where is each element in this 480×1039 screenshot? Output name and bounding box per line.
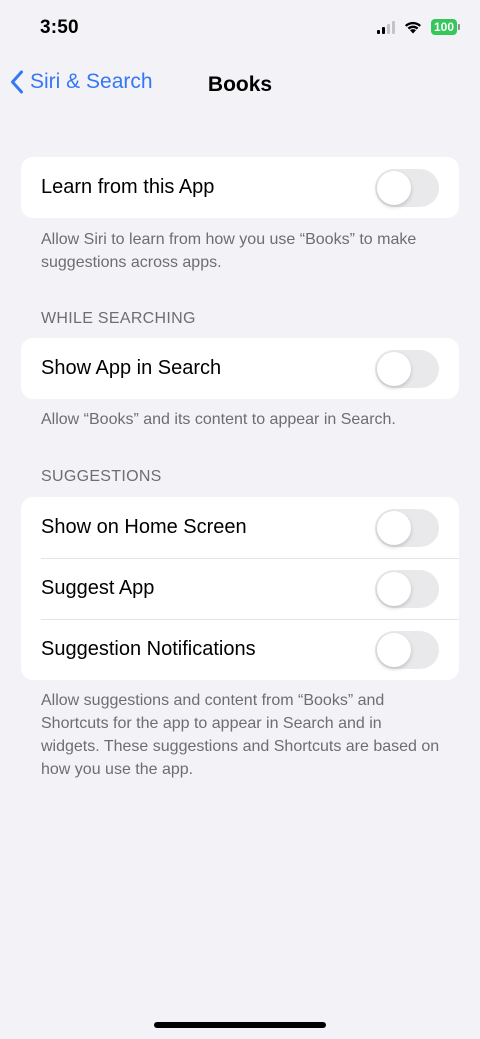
suggest-app-label: Suggest App: [41, 577, 155, 599]
suggestion-notifications-toggle[interactable]: [375, 630, 439, 669]
suggest-app-toggle[interactable]: [375, 569, 439, 608]
show-app-in-search-row: Show App in Search: [21, 338, 459, 399]
show-on-home-screen-toggle[interactable]: [375, 508, 439, 547]
suggest-app-row: Suggest App: [21, 558, 459, 619]
show-app-in-search-label: Show App in Search: [41, 357, 222, 379]
status-time: 3:50: [40, 17, 79, 38]
while-searching-header: WHILE SEARCHING: [41, 310, 196, 327]
learn-from-app-toggle[interactable]: [375, 168, 439, 207]
learn-group: Learn from this App: [21, 157, 459, 218]
wifi-icon: [404, 21, 421, 34]
learn-from-app-label: Learn from this App: [41, 176, 215, 198]
home-indicator[interactable]: [154, 1022, 326, 1028]
cellular-signal-icon: [376, 20, 395, 34]
searching-group: Show App in Search: [21, 338, 459, 399]
suggestions-header: SUGGESTIONS: [41, 468, 162, 485]
suggestions-group: Show on Home Screen Suggest App Suggesti…: [21, 497, 459, 680]
page-title: Books: [207, 73, 273, 96]
learn-from-app-row: Learn from this App: [21, 157, 459, 218]
battery-icon: 100: [430, 19, 460, 35]
suggestion-notifications-label: Suggestion Notifications: [41, 638, 256, 660]
suggestion-notifications-row: Suggestion Notifications: [21, 619, 459, 680]
navigation-bar: Siri & Search Books: [0, 60, 480, 110]
show-on-home-screen-row: Show on Home Screen: [21, 497, 459, 558]
searching-footer: Allow “Books” and its content to appear …: [41, 411, 396, 428]
suggestions-footer: Allow suggestions and content from “Book…: [41, 692, 440, 778]
show-app-in-search-toggle[interactable]: [375, 349, 439, 388]
show-on-home-screen-label: Show on Home Screen: [41, 516, 247, 538]
learn-footer: Allow Siri to learn from how you use “Bo…: [41, 231, 417, 271]
status-icons: 100: [376, 19, 460, 35]
battery-level: 100: [430, 19, 457, 35]
status-bar: 3:50 100: [0, 0, 480, 56]
